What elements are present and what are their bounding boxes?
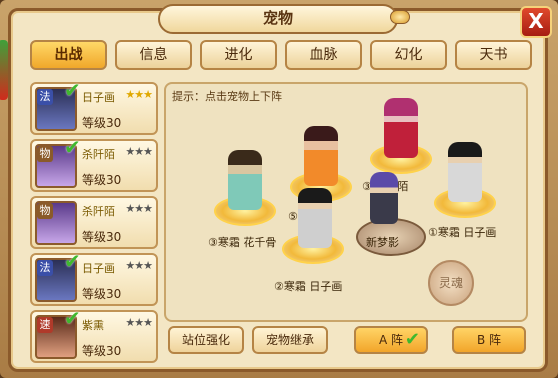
tab-evolve[interactable]: 进化 (200, 40, 277, 70)
pet-figure[interactable] (384, 98, 418, 158)
star-rating: ★★★ (125, 145, 153, 158)
position-enhance-button[interactable]: 站位强化 (168, 326, 244, 354)
deployed-check-icon: ✔ (64, 306, 81, 330)
pet-card[interactable]: 法 ✔ 日子画 ★★★ 等级30 (30, 82, 158, 135)
tab-info[interactable]: 信息 (115, 40, 192, 70)
tab-skillbook[interactable]: 天书 (455, 40, 532, 70)
star-rating: ★★★ (125, 316, 153, 329)
pet-stars: ★★★ (125, 259, 153, 272)
pet-name: 紫熏 (82, 319, 104, 332)
deployed-check-icon: ✔ (64, 135, 81, 159)
title-knob-right (390, 10, 410, 24)
pet-level: 等级30 (82, 287, 122, 301)
tab-transform[interactable]: 幻化 (370, 40, 447, 70)
star-rating: ★★★ (125, 259, 153, 272)
pet-figure[interactable] (304, 126, 338, 186)
pet-avatar: 物 (35, 201, 77, 245)
stage-hint: 提示：点击宠物上下阵 (172, 90, 282, 103)
tab-bar: 出战 信息 进化 血脉 幻化 天书 (30, 40, 532, 70)
pet-level: 等级30 (82, 344, 122, 358)
pet-type-badge: 速 (37, 317, 53, 333)
soul-stamp-icon: 灵魂 (428, 260, 474, 306)
star-rating: ★★★ (125, 88, 153, 101)
active-check-icon: ✔ (404, 329, 420, 350)
pet-list[interactable]: 法 ✔ 日子画 ★★★ 等级30 物 ✔ 杀阡陌 ★★★ 等级30 物 杀阡陌 … (30, 82, 158, 368)
formation-a-button[interactable]: A 阵 ✔ (354, 326, 428, 354)
pet-type-badge: 物 (37, 203, 53, 219)
pet-figure[interactable] (370, 172, 398, 224)
star-rating: ★★★ (125, 202, 153, 215)
pet-card[interactable]: 物 ✔ 杀阡陌 ★★★ 等级30 (30, 135, 158, 192)
deployed-check-icon: ✔ (64, 249, 81, 273)
pet-type-badge: 物 (37, 146, 53, 162)
formation-a-label: A 阵 (378, 333, 404, 347)
pet-card[interactable]: 物 杀阡陌 ★★★ 等级30 (30, 196, 158, 249)
pet-name: 杀阡陌 (82, 148, 115, 161)
window-title: 宠物 (158, 4, 398, 34)
pet-level: 等级30 (82, 116, 122, 130)
pet-name: 日子画 (82, 262, 115, 275)
pet-card[interactable]: 法 ✔ 日子画 ★★★ 等级30 (30, 249, 158, 306)
pet-type-badge: 法 (37, 260, 53, 276)
pet-figure[interactable] (228, 150, 262, 210)
pet-stars: ★★★ (125, 145, 153, 158)
pet-figure[interactable] (298, 188, 332, 248)
formation-stage: 提示：点击宠物上下阵 ③寒霜 花千骨 ⑤ 紫熏 ③ 杀阡陌 ②寒霜 日子画 ①寒… (164, 82, 528, 322)
slot-label: ②寒霜 日子画 (274, 280, 343, 293)
empty-slot-name: 新梦影 (366, 236, 399, 249)
pet-card[interactable]: 速 ✔ 紫熏 ★★★ 等级30 (30, 306, 158, 363)
pet-level: 等级30 (82, 230, 122, 244)
pet-stars: ★★★ (125, 202, 153, 215)
close-button[interactable]: X (520, 6, 552, 38)
pet-type-badge: 法 (37, 89, 53, 105)
pet-stars: ★★★ (125, 316, 153, 329)
pet-figure[interactable] (448, 142, 482, 202)
window-frame: 宠物 X 出战 信息 进化 血脉 幻化 天书 法 ✔ 日子画 ★★★ 等级30 … (0, 0, 558, 378)
pet-name: 杀阡陌 (82, 205, 115, 218)
pet-inherit-button[interactable]: 宠物继承 (252, 326, 328, 354)
pet-name: 日子画 (82, 91, 115, 104)
tab-bloodline[interactable]: 血脉 (285, 40, 362, 70)
formation-b-button[interactable]: B 阵 (452, 326, 526, 354)
pet-level: 等级30 (82, 173, 122, 187)
pet-stars: ★★★ (125, 88, 153, 101)
decor-tassel (0, 40, 8, 100)
slot-label: ①寒霜 日子画 (428, 226, 497, 239)
slot-label: ③寒霜 花千骨 (208, 236, 277, 249)
tab-deploy[interactable]: 出战 (30, 40, 107, 70)
deployed-check-icon: ✔ (64, 82, 81, 102)
